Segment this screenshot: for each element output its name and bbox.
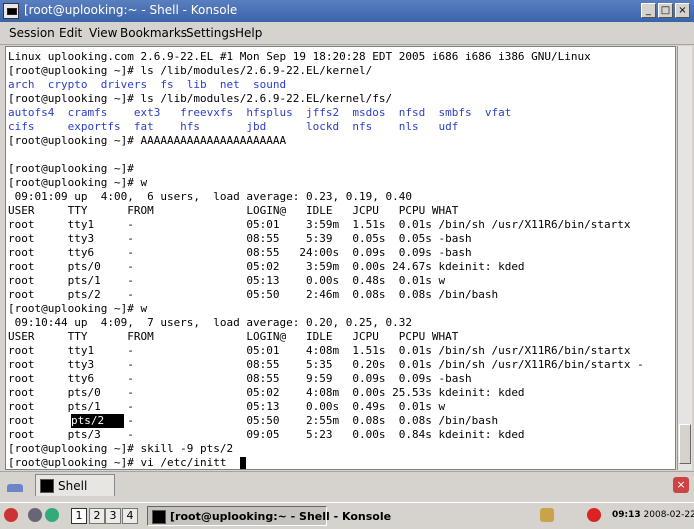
terminal-line: root pts/0 - 05:02 3:59m 0.00s 24.67s kd… bbox=[8, 260, 525, 273]
terminal-line: root tty6 - 08:55 24:00s 0.09s 0.09s -ba… bbox=[8, 246, 472, 259]
terminal-line: USER TTY FROM LOGIN@ IDLE JCPU PCPU WHAT bbox=[8, 330, 459, 343]
terminal-line: [root@uplooking ~]# skill -9 pts/2 bbox=[8, 442, 234, 455]
scrollbar-thumb[interactable] bbox=[679, 424, 691, 464]
terminal-output[interactable]: Linux uplooking.com 2.6.9-22.EL #1 Mon S… bbox=[5, 46, 676, 470]
desktop-3[interactable]: 3 bbox=[105, 508, 121, 524]
terminal-line: root tty1 - 05:01 3:59m 1.51s 0.01s /bin… bbox=[8, 218, 631, 231]
desktop-2[interactable]: 2 bbox=[89, 508, 105, 524]
tab-shell-label: Shell bbox=[58, 479, 88, 493]
desktop-1[interactable]: 1 bbox=[71, 508, 87, 524]
terminal-line: 09:01:09 up 4:00, 6 users, load average:… bbox=[8, 190, 412, 203]
menu-session[interactable]: Session bbox=[9, 26, 55, 40]
terminal-scrollbar[interactable] bbox=[677, 46, 692, 470]
terminal-line: [root@uplooking ~]# ls /lib/modules/2.6.… bbox=[8, 64, 373, 77]
terminal-line: root tty3 - 08:55 5:35 0.20s 0.01s /bin/… bbox=[8, 358, 644, 371]
menu-bar: Session Edit View Bookmarks Settings Hel… bbox=[0, 22, 694, 45]
session-tab-bar: Shell × bbox=[0, 471, 694, 499]
terminal-line: root pts/1 - 05:13 0.00s 0.49s 0.01s w bbox=[8, 400, 446, 413]
close-button[interactable]: × bbox=[675, 3, 690, 18]
menu-bookmarks[interactable]: Bookmarks bbox=[120, 26, 187, 40]
ls-fs-output-row1: autofs4 cramfs ext3 freevxfs hfsplus jff… bbox=[8, 106, 512, 119]
terminal-line: root pts/3 - 09:05 5:23 0.00s 0.84s kdei… bbox=[8, 428, 525, 441]
terminal-line: root pts/1 - 05:13 0.00s 0.48s 0.01s w bbox=[8, 274, 446, 287]
terminal-line: [root@uplooking ~]# w bbox=[8, 302, 148, 315]
menu-view[interactable]: View bbox=[89, 26, 117, 40]
window-titlebar[interactable]: [root@uplooking:~ - Shell - Konsole _ □ … bbox=[0, 0, 694, 22]
selection-highlight: pts/2 bbox=[71, 414, 124, 428]
menu-help[interactable]: Help bbox=[235, 26, 262, 40]
terminal-icon[interactable] bbox=[3, 3, 19, 19]
update-alert-icon[interactable] bbox=[587, 508, 601, 522]
window-title: [root@uplooking:~ - Shell - Konsole bbox=[24, 3, 238, 17]
ls-kernel-output: arch crypto drivers fs lib net sound bbox=[8, 78, 287, 91]
terminal-line: root tty3 - 08:55 5:39 0.05s 0.05s -bash bbox=[8, 232, 472, 245]
clock-time: 09:13 bbox=[612, 510, 641, 520]
close-session-icon[interactable]: × bbox=[673, 477, 689, 493]
tab-shell[interactable]: Shell bbox=[35, 474, 115, 496]
terminal-icon bbox=[152, 510, 166, 524]
minimize-button[interactable]: _ bbox=[641, 3, 656, 18]
text-cursor bbox=[240, 457, 246, 469]
terminal-icon bbox=[40, 479, 54, 493]
terminal-line: root pts/2 - 05:50 2:46m 0.08s 0.08s /bi… bbox=[8, 288, 499, 301]
browser-icon[interactable] bbox=[45, 508, 59, 522]
task-konsole-label: [root@uplooking:~ - Shell - Konsole bbox=[170, 510, 392, 523]
terminal-line: USER TTY FROM LOGIN@ IDLE JCPU PCPU WHAT bbox=[8, 204, 459, 217]
terminal-line: Linux uplooking.com 2.6.9-22.EL #1 Mon S… bbox=[8, 50, 591, 63]
clock[interactable]: 09:13 2008-02-22 bbox=[612, 510, 694, 520]
maximize-button[interactable]: □ bbox=[658, 3, 673, 18]
terminal-line: 09:10:44 up 4:09, 7 users, load average:… bbox=[8, 316, 412, 329]
terminal-line: root tty6 - 08:55 9:59 0.09s 0.09s -bash bbox=[8, 372, 472, 385]
terminal-line: [root@uplooking ~]# vi /etc/initt bbox=[8, 456, 227, 469]
terminal-line: [root@uplooking ~]# bbox=[8, 162, 134, 175]
home-icon[interactable] bbox=[28, 508, 42, 522]
menu-edit[interactable]: Edit bbox=[59, 26, 82, 40]
taskbar: 1 2 3 4 [root@uplooking:~ - Shell - Kons… bbox=[0, 502, 694, 529]
terminal-line: root tty1 - 05:01 4:08m 1.51s 0.01s /bin… bbox=[8, 344, 631, 357]
clock-date: 2008-02-22 bbox=[643, 510, 694, 520]
task-konsole[interactable]: [root@uplooking:~ - Shell - Konsole bbox=[147, 506, 391, 526]
ls-fs-output-row2: cifs exportfs fat hfs jbd lockd nfs nls … bbox=[8, 120, 459, 133]
terminal-line: [root@uplooking ~]# w bbox=[8, 176, 148, 189]
menu-settings[interactable]: Settings bbox=[186, 26, 235, 40]
terminal-line: root pts/0 - 05:02 4:08m 0.00s 25.53s kd… bbox=[8, 386, 525, 399]
kmenu-icon[interactable] bbox=[4, 508, 18, 522]
new-session-icon[interactable] bbox=[4, 476, 26, 496]
terminal-line: [root@uplooking ~]# AAAAAAAAAAAAAAAAAAAA… bbox=[8, 134, 287, 147]
clipboard-icon[interactable] bbox=[540, 508, 554, 522]
terminal-line: [root@uplooking ~]# ls /lib/modules/2.6.… bbox=[8, 92, 393, 105]
desktop-4[interactable]: 4 bbox=[122, 508, 138, 524]
